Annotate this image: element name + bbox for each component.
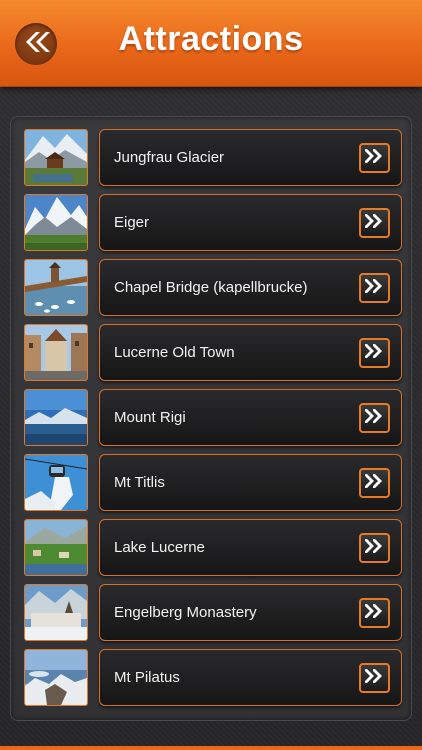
open-button[interactable] [359,663,390,693]
open-button[interactable] [359,598,390,628]
attraction-row-button[interactable]: Engelberg Monastery [99,584,402,641]
open-button[interactable] [359,208,390,238]
thumbnail-image [24,324,88,381]
list-item[interactable]: Mt Titlis [24,454,402,511]
double-chevron-right-icon [364,213,385,234]
thumbnail-image [24,649,88,706]
thumbnail-image [24,584,88,641]
open-button[interactable] [359,403,390,433]
attraction-row-button[interactable]: Mt Titlis [99,454,402,511]
open-button[interactable] [359,143,390,173]
list-item[interactable]: Lake Lucerne [24,519,402,576]
double-chevron-right-icon [364,278,385,299]
attraction-label: Chapel Bridge (kapellbrucke) [114,279,308,296]
attraction-row-button[interactable]: Jungfrau Glacier [99,129,402,186]
bottom-accent-line [0,746,422,750]
attraction-row-button[interactable]: Mt Pilatus [99,649,402,706]
double-chevron-right-icon [364,473,385,494]
attraction-label: Lucerne Old Town [114,344,235,361]
attraction-label: Mount Rigi [114,409,186,426]
open-button[interactable] [359,338,390,368]
list-item[interactable]: Mount Rigi [24,389,402,446]
thumbnail-image [24,519,88,576]
double-chevron-right-icon [364,343,385,364]
list-item[interactable]: Lucerne Old Town [24,324,402,381]
attraction-row-button[interactable]: Lucerne Old Town [99,324,402,381]
attraction-label: Jungfrau Glacier [114,149,225,166]
double-chevron-right-icon [364,668,385,689]
double-chevron-right-icon [364,148,385,169]
attraction-label: Mt Titlis [114,474,165,491]
attraction-row-button[interactable]: Chapel Bridge (kapellbrucke) [99,259,402,316]
attraction-label: Eiger [114,214,150,231]
attraction-row-button[interactable]: Eiger [99,194,402,251]
thumbnail-image [24,194,88,251]
list-item[interactable]: Engelberg Monastery [24,584,402,641]
open-button[interactable] [359,533,390,563]
open-button[interactable] [359,468,390,498]
list-item[interactable]: Jungfrau Glacier [24,129,402,186]
attraction-row-button[interactable]: Mount Rigi [99,389,402,446]
list-item[interactable]: Mt Pilatus [24,649,402,706]
double-chevron-right-icon [364,603,385,624]
thumbnail-image [24,129,88,186]
attraction-label: Mt Pilatus [114,669,180,686]
attraction-row-button[interactable]: Lake Lucerne [99,519,402,576]
thumbnail-image [24,454,88,511]
list-item[interactable]: Eiger [24,194,402,251]
attraction-label: Lake Lucerne [114,539,205,556]
thumbnail-image [24,259,88,316]
attraction-label: Engelberg Monastery [114,604,257,621]
double-chevron-right-icon [364,538,385,559]
list-item[interactable]: Chapel Bridge (kapellbrucke) [24,259,402,316]
thumbnail-image [24,389,88,446]
double-chevron-right-icon [364,408,385,429]
attractions-list: Jungfrau Glacier Eiger Chapel Bridge (ka… [10,116,412,721]
page-title: Attractions [118,20,304,58]
open-button[interactable] [359,273,390,303]
header-bar: Attractions [0,0,422,87]
